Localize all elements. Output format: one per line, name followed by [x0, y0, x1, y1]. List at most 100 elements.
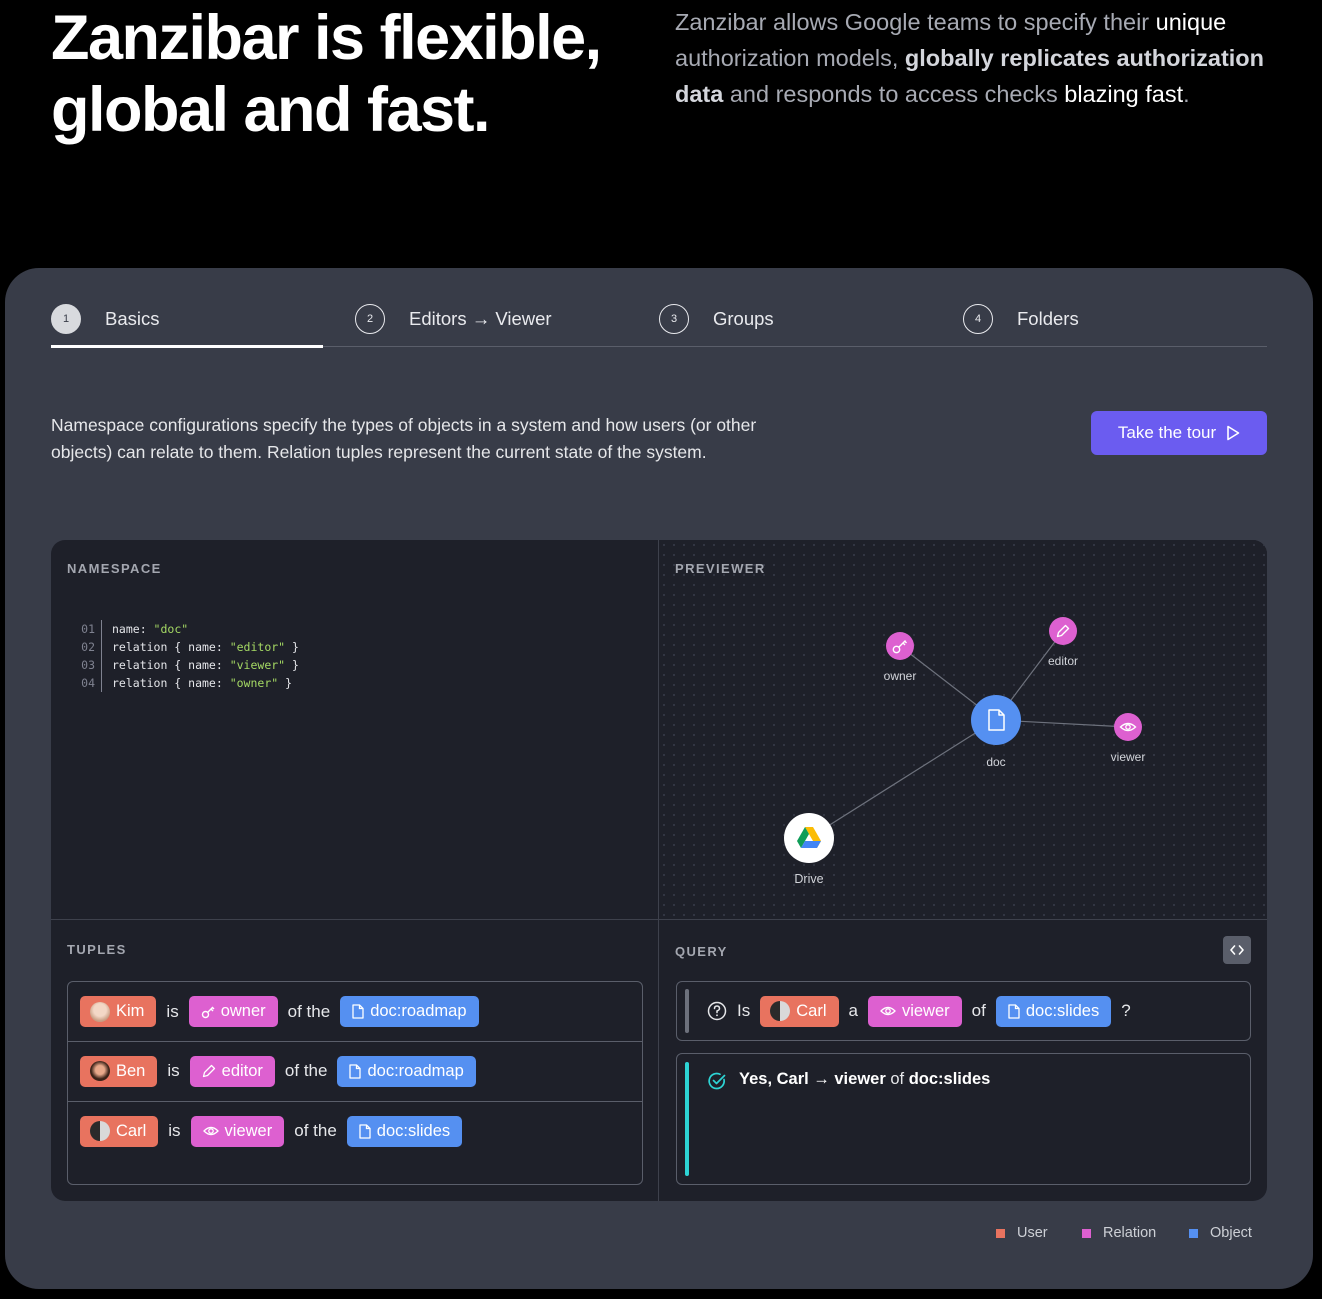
tuple-connector: is [166, 1001, 179, 1021]
relation-graph: owner editor viewer doc Drive [784, 617, 1145, 886]
user-name: Kim [116, 1002, 145, 1020]
user-name: Carl [796, 1001, 827, 1020]
google-drive-icon [784, 813, 834, 863]
query-input[interactable]: Is Carl a viewer of doc:slides ? [676, 981, 1251, 1041]
result-indicator-bar [685, 1062, 689, 1176]
node-label-doc: doc [986, 755, 1005, 769]
document-icon [1008, 1003, 1020, 1019]
hero-desc-text: Zanzibar allows Google teams to specify … [675, 9, 1156, 35]
tab-editors-viewer[interactable]: 2 Editors → Viewer [355, 290, 552, 347]
legend-swatch [1189, 1228, 1198, 1238]
tab-label: Basics [105, 307, 160, 329]
object-chip[interactable]: doc:slides [995, 995, 1112, 1027]
hero-description: Zanzibar allows Google teams to specify … [675, 4, 1285, 112]
avatar [90, 1061, 110, 1081]
tab-basics[interactable]: 1 Basics [51, 290, 160, 347]
document-icon [352, 1004, 364, 1019]
tuple-row[interactable]: Carl is viewer of the doc:slides [68, 1101, 642, 1160]
query-result: Yes, Carl → viewer of doc:slides [676, 1053, 1251, 1185]
tab-label: Groups [713, 307, 774, 329]
tuple-connector: of the [284, 1061, 328, 1080]
tab-number: 1 [51, 303, 81, 334]
relation-chip[interactable]: viewer [867, 995, 962, 1027]
relation-chip[interactable]: editor [189, 1055, 275, 1087]
hero-title-line2: global and fast. [51, 75, 491, 145]
avatar [90, 1001, 110, 1022]
legend-label: User [1017, 1225, 1048, 1241]
user-chip[interactable]: Ben [80, 1055, 158, 1087]
namespace-label: NAMESPACE [67, 561, 162, 576]
tab-label: Editors → Viewer [409, 307, 552, 329]
tab-number: 2 [355, 303, 385, 334]
vertical-divider [658, 540, 659, 1201]
tuples-label: TUPLES [67, 942, 127, 957]
relation-name: viewer [901, 1001, 950, 1020]
object-chip[interactable]: doc:roadmap [337, 1055, 476, 1087]
tuple-row[interactable]: Ben is editor of the doc:roadmap [68, 1041, 642, 1100]
code-text: name: "doc" [112, 622, 189, 636]
legend-swatch [1082, 1228, 1091, 1238]
relation-chip[interactable]: owner [188, 996, 278, 1027]
line-number: 03 [75, 656, 102, 674]
hero-desc-text: and responds to access checks [723, 81, 1065, 107]
tuple-connector: of the [287, 1001, 331, 1021]
relation-name: viewer [224, 1121, 273, 1140]
tab-number: 4 [963, 303, 993, 334]
query-text: of [971, 1001, 986, 1020]
code-line: 04 relation { name: "owner" } [75, 674, 299, 692]
document-icon [359, 1123, 371, 1139]
tuple-row[interactable]: Kim is owner of the doc:roadmap [68, 982, 642, 1041]
avatar [90, 1121, 110, 1141]
legend-label: Object [1210, 1225, 1252, 1241]
hero-title: Zanzibar is flexible, global and fast. [51, 2, 651, 146]
playground-panel: NAMESPACE 01 name: "doc" 02 relation { n… [51, 540, 1267, 1201]
result-text: Yes, Carl → viewer of doc:slides [739, 1070, 991, 1088]
hero-desc-highlight: unique [1155, 9, 1227, 35]
document-icon [971, 695, 1021, 745]
active-tab-indicator [51, 345, 323, 348]
hero-desc-text: authorization models, [675, 45, 905, 71]
tuple-connector: is [167, 1061, 180, 1080]
key-icon [886, 632, 914, 660]
eye-icon [880, 1006, 896, 1016]
edge-drive-doc [808, 719, 997, 839]
object-name: doc:roadmap [367, 1061, 464, 1080]
object-chip[interactable]: doc:roadmap [340, 996, 479, 1027]
play-icon [1227, 425, 1240, 441]
code-line: 03 relation { name: "viewer" } [75, 656, 299, 674]
take-tour-button[interactable]: Take the tour [1091, 411, 1267, 455]
code-brackets-icon [1230, 945, 1244, 955]
code-toggle-button[interactable] [1223, 936, 1251, 964]
tuple-connector: of the [294, 1121, 337, 1140]
eye-icon [1114, 713, 1142, 741]
user-chip[interactable]: Kim [80, 996, 157, 1027]
node-label-drive: Drive [794, 872, 823, 886]
user-name: Carl [116, 1121, 147, 1140]
tab-label: Folders [1017, 307, 1079, 329]
user-chip[interactable]: Carl [760, 995, 839, 1027]
legend-object: Object [1189, 1225, 1252, 1241]
code-text: relation { name: "editor" } [112, 640, 299, 654]
object-name: doc:slides [376, 1121, 451, 1140]
user-name: Ben [116, 1061, 146, 1080]
pencil-icon [1049, 617, 1077, 645]
object-chip[interactable]: doc:slides [346, 1115, 463, 1147]
demo-card: 1 Basics 2 Editors → Viewer 3 Groups 4 F… [5, 268, 1313, 1289]
relation-name: editor [221, 1061, 263, 1080]
take-tour-label: Take the tour [1117, 423, 1217, 442]
query-text: a [848, 1001, 858, 1020]
relation-chip[interactable]: viewer [190, 1115, 285, 1147]
tab-folders[interactable]: 4 Folders [963, 290, 1079, 347]
node-label-owner: owner [884, 669, 917, 683]
legend-relation: Relation [1082, 1225, 1156, 1241]
user-chip[interactable]: Carl [80, 1115, 159, 1147]
horizontal-divider [51, 919, 1267, 920]
tab-number: 3 [659, 303, 689, 334]
namespace-editor[interactable]: 01 name: "doc" 02 relation { name: "edit… [75, 620, 299, 692]
previewer-canvas[interactable]: PREVIEWER owner editor viewer doc Drive [659, 540, 1267, 919]
legend-label: Relation [1103, 1225, 1157, 1241]
tab-groups[interactable]: 3 Groups [659, 290, 774, 347]
code-text: relation { name: "viewer" } [112, 658, 299, 672]
check-circle-icon [708, 1072, 726, 1090]
legend-user: User [996, 1225, 1048, 1241]
